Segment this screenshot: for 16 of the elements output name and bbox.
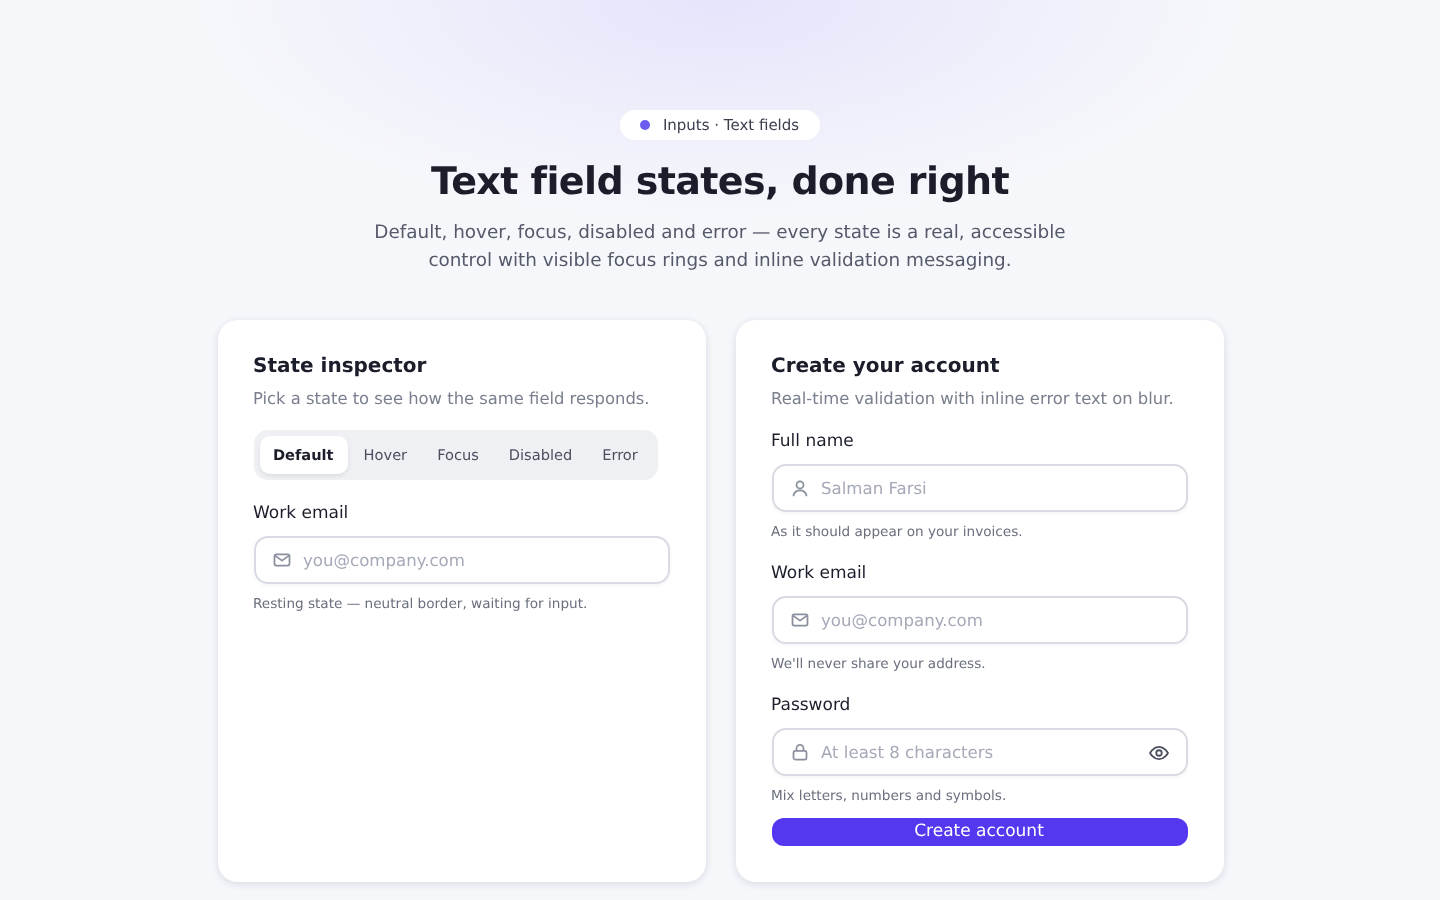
card-title: State inspector [253,356,427,378]
field-label: Password [771,696,851,716]
lock-icon [789,742,809,762]
card-title: Create your account [771,356,1000,378]
eye-icon[interactable] [1147,741,1169,763]
field-label: Full name [771,432,854,452]
field-label: Work email [253,504,349,524]
field-label: Work email [771,564,867,584]
person-icon [789,478,809,498]
card-description: Real-time validation with inline error text on blur. [771,388,1174,408]
create-account-button[interactable]: Create account [771,818,1187,846]
mail-icon [271,550,291,570]
page-title: Text field states, done right [430,160,1010,204]
card-description: Pick a state to see how the same field responds. [253,388,650,408]
page-subtitle: Default, hover, focus, disabled and error — every state is a real, accessible control with visible focus rings and inline validation messaging. [372,220,1068,276]
mail-icon [789,610,809,630]
